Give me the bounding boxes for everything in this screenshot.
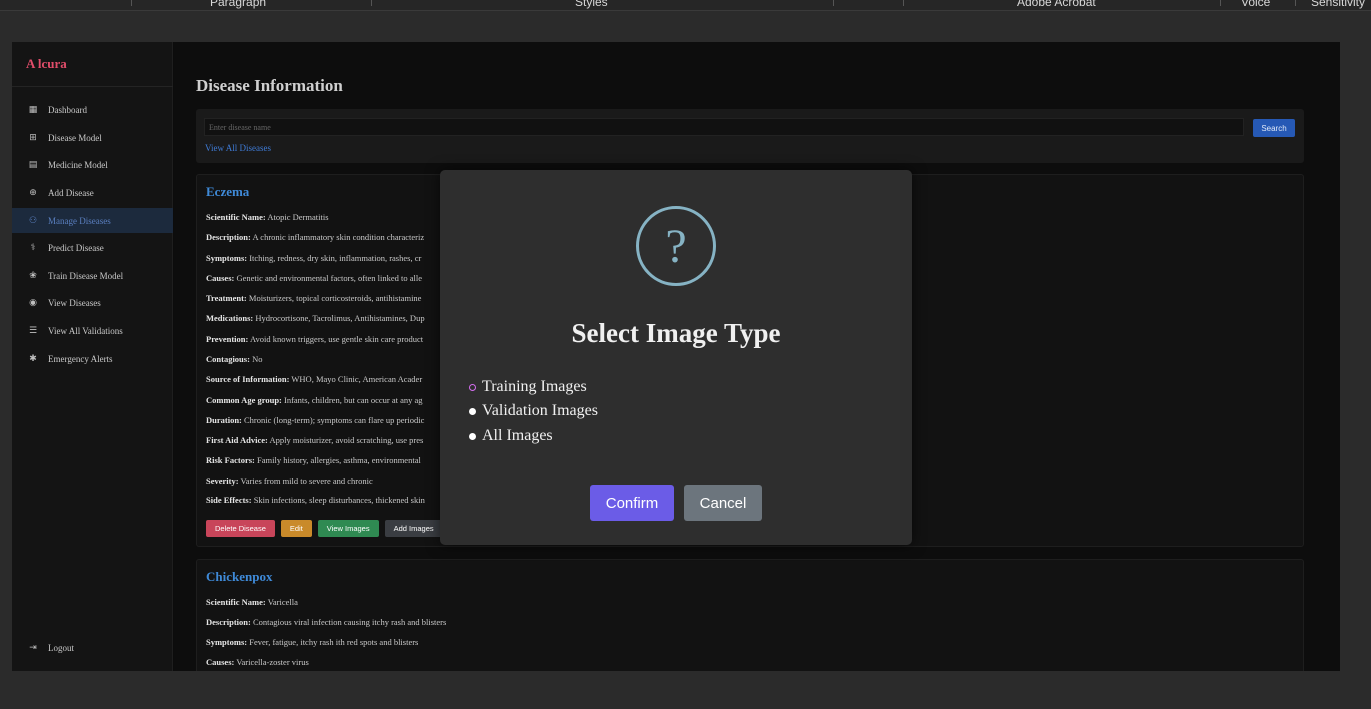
disease-field: Contagious: No [206,354,263,364]
ribbon-paragraph[interactable]: Paragraph [210,0,266,9]
select-image-type-modal: ? Select Image Type Training Images Vali… [440,170,912,545]
radio-label: All Images [482,427,553,444]
plus-circle-icon: ⊕ [29,187,37,198]
sidebar-divider [12,86,173,87]
radio-label: Training Images [482,378,587,395]
page-title: Disease Information [196,76,343,95]
ribbon-styles[interactable]: Styles [575,0,608,9]
asterisk-icon: ✱ [29,353,37,364]
logout-label: Logout [48,642,74,653]
search-button[interactable]: Search [1253,119,1295,137]
radio-selected-icon [469,383,476,391]
disease-field: Description: A chronic inflammatory skin… [206,232,425,242]
table-icon: ⊞ [29,132,37,143]
disease-field: Duration: Chronic (long-term); symptoms … [206,415,425,425]
radio-validation-images[interactable]: Validation Images [469,402,598,420]
sidebar-item-label: Emergency Alerts [48,353,113,364]
ribbon-adobe-acrobat[interactable]: Adobe Acrobat [1017,0,1096,9]
sidebar-item-label: Medicine Model [48,159,108,170]
sidebar-item-view-all-validations[interactable]: ☰ View All Validations [12,318,173,343]
edit-button[interactable]: Edit [280,520,312,537]
view-all-diseases-link[interactable]: View All Diseases [205,143,271,153]
users-icon: ⚇ [28,215,38,226]
radio-all-images[interactable]: All Images [469,427,553,445]
sidebar-item-train-disease-model[interactable]: ❀ Train Disease Model [12,263,173,288]
view-images-button[interactable]: View Images [317,520,379,537]
stethoscope-icon: ⚕ [30,242,36,253]
sidebar-item-label: View All Validations [48,325,123,336]
word-ribbon-strip: Paragraph Styles Adobe Acrobat Voice Sen… [0,0,1371,11]
dashboard-icon: ▦ [28,104,38,115]
sidebar-item-disease-model[interactable]: ⊞ Disease Model [12,125,173,150]
ribbon-divider [371,0,372,6]
sidebar-item-label: Predict Disease [48,242,104,253]
disease-card-title: Chickenpox [206,569,273,584]
disease-field: Severity: Varies from mild to severe and… [206,476,373,486]
disease-field: Symptoms: Fever, fatigue, itchy rash ith… [206,637,419,647]
medicine-icon: ▤ [28,159,38,170]
sidebar-item-add-disease[interactable]: ⊕ Add Disease [12,180,173,205]
disease-field: Description: Contagious viral infection … [206,617,447,627]
ribbon-sensitivity[interactable]: Sensitivity [1311,0,1365,9]
sidebar-item-label: Train Disease Model [48,270,124,281]
logout-button[interactable]: ⇥ Logout [12,635,173,660]
cancel-button[interactable]: Cancel [684,485,762,521]
disease-field: Scientific Name: Atopic Dermatitis [206,212,329,222]
disease-field: Scientific Name: Varicella [206,597,298,607]
radio-bullet-icon [469,432,476,440]
radio-bullet-icon [469,407,476,415]
sidebar-item-label: View Diseases [48,297,101,308]
disease-field: Treatment: Moisturizers, topical cortico… [206,293,422,303]
ribbon-divider [833,0,834,6]
search-panel: Search View All Diseases [196,109,1304,163]
sidebar-item-label: Add Disease [48,187,94,198]
disease-search-input[interactable] [204,118,1244,136]
ribbon-divider [1220,0,1221,6]
sidebar-item-label: Dashboard [48,104,87,115]
disease-field: Risk Factors: Family history, allergies,… [206,455,421,465]
add-images-button[interactable]: Add Images [384,520,443,537]
sidebar-item-emergency-alerts[interactable]: ✱ Emergency Alerts [12,346,173,371]
ribbon-voice[interactable]: Voice [1241,0,1270,9]
disease-field: Prevention: Avoid known triggers, use ge… [206,334,424,344]
disease-field: Common Age group: Infants, children, but… [206,395,423,405]
disease-field: Causes: Genetic and environmental factor… [206,273,422,283]
disease-card-title: Eczema [206,184,250,199]
ribbon-divider [903,0,904,6]
sidebar-item-manage-diseases[interactable]: ⚇ Manage Diseases [12,208,173,233]
disease-field: Medications: Hydrocortisone, Tacrolimus,… [206,313,425,323]
sidebar-item-label: Manage Diseases [48,215,111,226]
radio-training-images[interactable]: Training Images [469,378,587,396]
sidebar-item-label: Disease Model [48,132,102,143]
disease-card: Chickenpox Scientific Name: Varicella De… [196,559,1304,671]
logout-icon: ⇥ [29,642,37,653]
sidebar-item-predict-disease[interactable]: ⚕ Predict Disease [12,235,173,260]
eye-icon: ◉ [29,297,37,308]
sidebar-item-medicine-model[interactable]: ▤ Medicine Model [12,152,173,177]
sidebar: A lcura ▦ Dashboard ⊞ Disease Model ▤ Me… [12,42,173,671]
confirm-button[interactable]: Confirm [590,485,674,521]
brain-icon: ❀ [29,270,37,281]
modal-title: Select Image Type [571,318,781,348]
ribbon-divider [1295,0,1296,6]
disease-field: Symptoms: Itching, redness, dry skin, in… [206,253,422,263]
disease-card-actions: Delete Disease Edit View Images Add Imag… [206,520,443,537]
ribbon-divider [131,0,132,6]
question-icon: ? [636,206,716,286]
disease-field: Causes: Varicella-zoster virus [206,657,309,667]
sidebar-item-view-diseases[interactable]: ◉ View Diseases [12,290,173,315]
sidebar-item-dashboard[interactable]: ▦ Dashboard [12,97,173,122]
checklist-icon: ☰ [28,325,38,336]
disease-field: First Aid Advice: Apply moisturizer, avo… [206,435,424,445]
disease-field: Source of Information: WHO, Mayo Clinic,… [206,374,423,384]
radio-label: Validation Images [482,402,598,419]
brand-logo: A lcura [26,56,67,71]
disease-field: Side Effects: Skin infections, sleep dis… [206,495,425,505]
delete-disease-button[interactable]: Delete Disease [206,520,275,537]
